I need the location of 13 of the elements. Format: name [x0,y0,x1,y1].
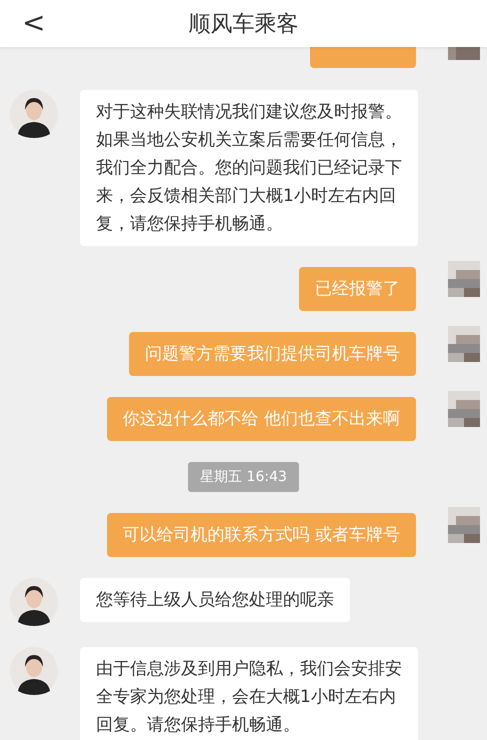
message-bubble: 你这边什么都不给 他们也查不出来啊 [106,397,416,441]
message-bubble: 对于这种失联情况我们建议您及时报警。如果当地公安机关立案后需要任何信息，我们全力配合。您的问题我们已经记录下来，会反馈相关部门大概1小时左右内回复，请您保持手机畅通。 [80,90,418,246]
message-bubble: 由于信息涉及到用户隐私，我们会安排安全专家为您处理，会在大概1小时左右内回复。请您保持手机畅通。 [80,647,418,740]
avatar-icon [10,647,58,695]
back-button[interactable]: < [16,6,52,39]
avatar-icon [10,90,58,138]
message-bubble: 已经报警了 [299,267,416,311]
chat-title: 顺风车乘客 [188,10,298,38]
message-bubble: 可以给司机的联系方式吗 或者车牌号 [106,513,416,557]
avatar-icon [10,578,58,626]
message-bubble: 您等待上级人员给您处理的呢亲 [80,578,350,622]
message-bubble: 问题警方需要我们提供司机车牌号 [129,332,416,376]
timestamp: 星期五 16:43 [188,462,299,492]
